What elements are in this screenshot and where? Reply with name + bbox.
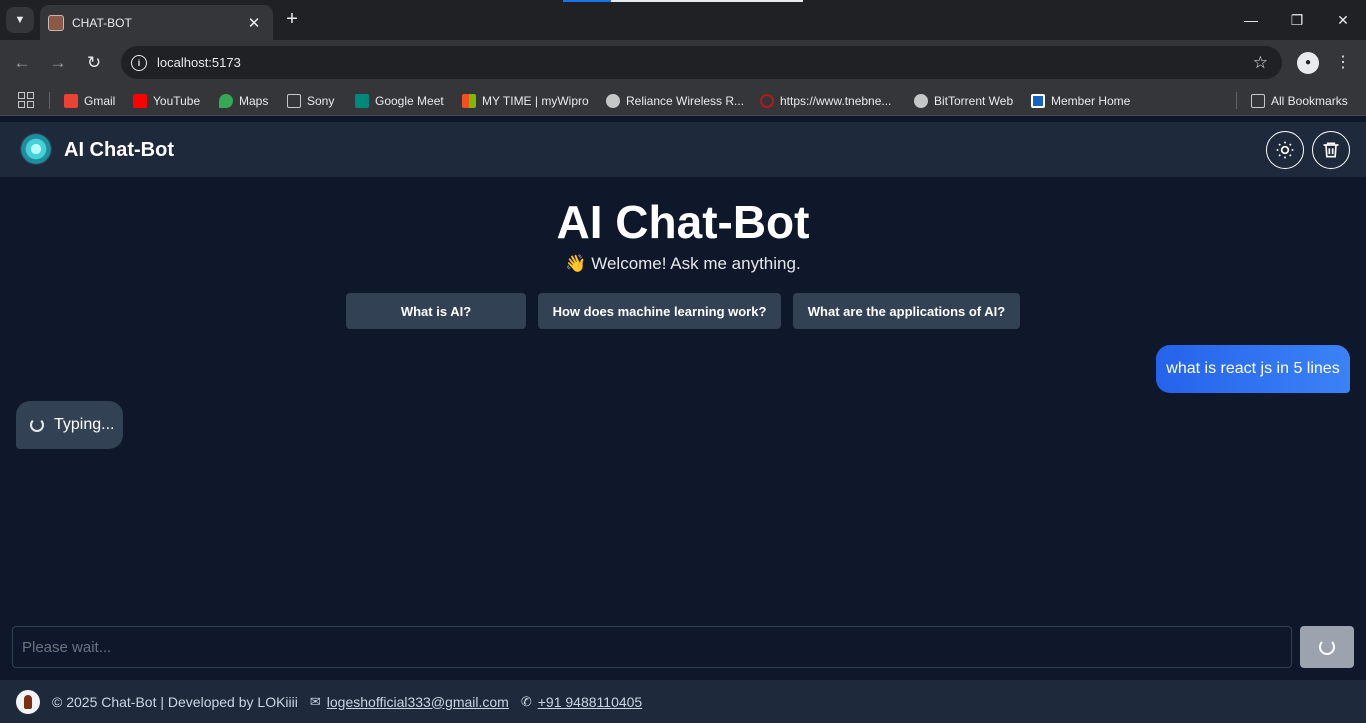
bookmark-member-home[interactable]: Member Home [1031,92,1130,109]
bookmark-label: BitTorrent Web [934,93,1014,108]
bookmark-bittorrent[interactable]: BitTorrent Web [914,92,1013,109]
bookmark-tneb[interactable]: https://www.tnebne... [760,92,891,109]
globe-icon [606,93,620,108]
suggestion-button[interactable]: What is AI? [346,293,526,329]
app-logo [20,133,52,165]
restore-button[interactable]: ❐ [1283,8,1311,32]
phone-icon: ✆ [520,693,532,709]
app-header: AI Chat-Bot [0,122,1366,177]
loading-indicator [563,0,803,2]
footer-copyright: © 2025 Chat-Bot | Developed by LOKiiii [52,693,298,710]
suggestion-button[interactable]: What are the applications of AI? [793,293,1020,329]
apps-grid-icon[interactable] [18,92,34,108]
browser-toolbar: ← → ↻ i localhost:5173 ☆ ● ⋮ [0,40,1366,85]
back-icon[interactable]: ← [11,52,33,74]
google-meet-icon [355,93,369,108]
bookmark-label: https://www.tnebne... [780,93,892,108]
forward-icon[interactable]: → [47,52,69,74]
bookmark-google-meet[interactable]: Google Meet [355,92,444,109]
mail-icon: ✉ [309,693,321,709]
bookmark-label: Google Meet [375,93,444,108]
close-window-button[interactable]: ✕ [1329,8,1357,32]
tneb-icon [760,93,774,108]
welcome-text: 👋 Welcome! Ask me anything. [565,254,801,273]
url-text[interactable]: localhost:5173 [157,55,1253,70]
developer-avatar [16,689,40,714]
browser-tabstrip: ▼ CHAT-BOT ✕ + — ❐ ✕ [0,0,1366,40]
typing-status-text: Typing... [54,416,115,433]
user-message-bubble: what is react js in 5 lines [1156,345,1350,393]
bookmark-maps[interactable]: Maps [219,92,268,109]
bookmark-label: MY TIME | myWipro [482,93,589,108]
folder-icon [1251,93,1265,108]
bookmark-mywipro[interactable]: MY TIME | myWipro [462,92,589,109]
bookmark-gmail[interactable]: Gmail [64,92,115,109]
browser-tab[interactable]: CHAT-BOT ✕ [40,5,273,40]
footer-email-link[interactable]: logeshofficial333@gmail.com [327,694,509,710]
all-bookmarks-folder[interactable]: All Bookmarks [1251,92,1348,109]
bookmark-star-icon[interactable]: ☆ [1253,53,1268,73]
bookmark-youtube[interactable]: YouTube [133,92,200,109]
app-footer: © 2025 Chat-Bot | Developed by LOKiiii ✉… [0,680,1366,723]
footer-phone-link[interactable]: +91 9488110405 [538,694,642,710]
youtube-icon [133,93,147,108]
minimize-button[interactable]: — [1237,8,1265,32]
member-home-icon [1031,93,1045,108]
bookmarks-divider [1236,92,1237,109]
address-bar[interactable]: i localhost:5173 ☆ [121,46,1282,79]
loading-spinner-icon [1319,639,1335,655]
bookmarks-divider [49,92,50,109]
folder-icon [287,93,301,108]
profile-avatar[interactable]: ● [1297,52,1319,74]
browser-menu-icon[interactable]: ⋮ [1335,52,1351,72]
bookmark-label: Maps [239,93,269,108]
tab-search-button[interactable]: ▼ [6,7,34,33]
maps-pin-icon [219,93,233,108]
bookmarks-bar: Gmail YouTube Maps Sony Google Meet MY T… [0,85,1366,116]
bookmark-label: All Bookmarks [1271,93,1348,108]
theme-toggle-button[interactable] [1266,131,1304,169]
bookmark-sony-folder[interactable]: Sony [287,92,334,109]
bot-typing-bubble: Typing... [16,401,123,449]
message-input[interactable] [12,626,1292,668]
tab-favicon-icon [48,14,64,31]
send-button[interactable] [1300,626,1354,668]
suggestion-button[interactable]: How does machine learning work? [538,293,781,329]
clear-chat-button[interactable] [1312,131,1350,169]
header-title: AI Chat-Bot [64,139,174,161]
sun-icon [1276,141,1294,159]
bookmark-label: Reliance Wireless R... [626,93,745,108]
bookmark-label: Gmail [84,93,116,108]
bookmark-label: Member Home [1051,93,1131,108]
gmail-icon [64,93,78,108]
microsoft-icon [462,93,476,108]
bookmark-label: YouTube [153,93,201,108]
tab-title: CHAT-BOT [72,15,132,30]
bookmark-reliance[interactable]: Reliance Wireless R... [606,92,744,109]
loading-spinner-icon [30,418,44,432]
page-title: AI Chat-Bot [556,196,810,248]
site-info-icon[interactable]: i [131,54,147,71]
new-tab-button[interactable]: + [282,9,302,29]
trash-icon [1323,142,1339,158]
tab-close-icon[interactable]: ✕ [245,14,263,32]
bookmark-label: Sony [307,93,335,108]
globe-icon [914,93,928,108]
reload-icon[interactable]: ↻ [83,52,105,74]
